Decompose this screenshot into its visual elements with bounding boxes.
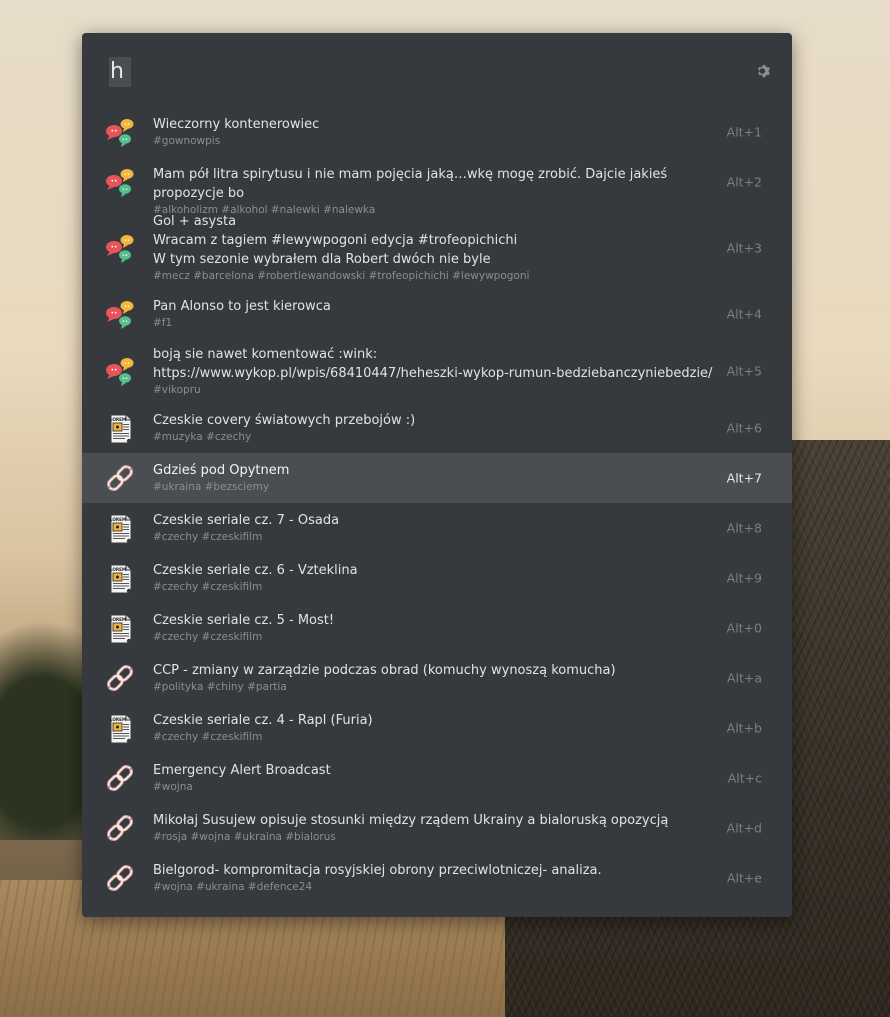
result-title: Mikołaj Susujew opisuje stosunki między …: [153, 813, 669, 828]
document-icon: LOREM: [104, 513, 136, 545]
svg-text:••: ••: [110, 310, 117, 317]
result-title: Czeskie seriale cz. 6 - Vzteklina: [153, 563, 358, 578]
svg-text:••: ••: [122, 137, 128, 143]
result-shortcut: Alt+7: [726, 470, 762, 486]
link-icon: [104, 862, 136, 894]
result-tags: #muzyka #czechy: [153, 431, 252, 443]
result-tags: #mecz #barcelona #robertlewandowski #tro…: [153, 270, 530, 282]
svg-text:••: ••: [110, 367, 117, 374]
chat-bubbles-icon: •• •• ••: [104, 116, 136, 148]
result-shortcut: Alt+3: [726, 240, 762, 256]
search-input[interactable]: [109, 57, 131, 87]
svg-text:••: ••: [122, 376, 128, 382]
svg-text:••: ••: [122, 319, 128, 325]
svg-text:••: ••: [124, 304, 130, 310]
result-tags: #gownowpis: [153, 135, 221, 147]
search-bar: [82, 33, 792, 111]
result-shortcut: Alt+9: [726, 570, 762, 586]
launcher-window: •• •• •• Wieczorny kontenerowiec #gownow…: [82, 33, 792, 917]
result-shortcut: Alt+6: [726, 420, 762, 436]
result-title: Wieczorny kontenerowiec: [153, 117, 320, 132]
result-tags: #rosja #wojna #ukraina #bialorus: [153, 831, 336, 843]
result-item-6[interactable]: LOREM Czeskie covery światowych przebojó…: [82, 403, 792, 453]
result-title: Mam pół litra spirytusu i nie mam pojęci…: [153, 167, 668, 201]
result-shortcut: Alt+2: [726, 174, 762, 190]
link-icon: [104, 662, 136, 694]
result-title: Emergency Alert Broadcast: [153, 763, 331, 778]
result-item-1[interactable]: •• •• •• Wieczorny kontenerowiec #gownow…: [82, 107, 792, 157]
result-item-11[interactable]: CCP - zmiany w zarządzie podczas obrad (…: [82, 653, 792, 703]
result-title: Czeskie seriale cz. 7 - Osada: [153, 513, 340, 528]
result-tags: #wojna #ukraina #defence24: [153, 881, 313, 893]
result-item-10[interactable]: LOREM Czeskie seriale cz. 5 - Most! #cze…: [82, 603, 792, 653]
result-tags: #wojna: [153, 781, 193, 793]
result-item-15[interactable]: Bielgorod- kompromitacja rosyjskiej obro…: [82, 853, 792, 903]
result-item-4[interactable]: •• •• •• Pan Alonso to jest kierowca #f1…: [82, 289, 792, 339]
result-item-5[interactable]: •• •• •• boją sie nawet komentować :wink…: [82, 339, 792, 403]
result-shortcut: Alt+0: [726, 620, 762, 636]
svg-text:••: ••: [124, 238, 130, 244]
svg-text:••: ••: [124, 172, 130, 178]
result-shortcut: Alt+e: [726, 870, 762, 886]
result-item-12[interactable]: LOREM Czeskie seriale cz. 4 - Rapl (Furi…: [82, 703, 792, 753]
result-title: Czeskie seriale cz. 5 - Most!: [153, 613, 335, 628]
svg-text:••: ••: [122, 187, 128, 193]
result-tags: #polityka #chiny #partia: [153, 681, 287, 693]
chat-bubbles-icon: •• •• ••: [104, 166, 136, 198]
result-shortcut: Alt+1: [726, 124, 762, 140]
result-title: Pan Alonso to jest kierowca: [153, 299, 331, 314]
svg-text:LOREM: LOREM: [110, 567, 126, 572]
document-icon: LOREM: [104, 563, 136, 595]
result-item-14[interactable]: Mikołaj Susujew opisuje stosunki między …: [82, 803, 792, 853]
result-title: Gol + asysta Wracam z tagiem #lewywpogon…: [153, 214, 518, 267]
document-icon: LOREM: [104, 413, 136, 445]
result-item-3[interactable]: •• •• •• Gol + asysta Wracam z tagiem #l…: [82, 207, 792, 289]
chat-bubbles-icon: •• •• ••: [104, 298, 136, 330]
link-icon: [104, 462, 136, 494]
results-list: •• •• •• Wieczorny kontenerowiec #gownow…: [82, 107, 792, 903]
svg-text:••: ••: [110, 244, 117, 251]
chat-bubbles-icon: •• •• ••: [104, 232, 136, 264]
result-item-2[interactable]: •• •• •• Mam pół litra spirytusu i nie m…: [82, 157, 792, 216]
result-title: Czeskie seriale cz. 4 - Rapl (Furia): [153, 713, 373, 728]
gear-icon[interactable]: [756, 63, 772, 79]
result-title: Bielgorod- kompromitacja rosyjskiej obro…: [153, 863, 602, 878]
result-shortcut: Alt+d: [726, 820, 762, 836]
result-tags: #czechy #czeskifilm: [153, 531, 263, 543]
link-icon: [104, 812, 136, 844]
result-shortcut: Alt+8: [726, 520, 762, 536]
result-shortcut: Alt+b: [726, 720, 762, 736]
result-tags: #czechy #czeskifilm: [153, 581, 263, 593]
result-shortcut: Alt+c: [727, 770, 762, 786]
svg-text:••: ••: [124, 122, 130, 128]
svg-text:LOREM: LOREM: [110, 517, 126, 522]
svg-text:••: ••: [110, 178, 117, 185]
svg-text:••: ••: [122, 253, 128, 259]
result-item-8[interactable]: LOREM Czeskie seriale cz. 7 - Osada #cze…: [82, 503, 792, 553]
result-item-9[interactable]: LOREM Czeskie seriale cz. 6 - Vzteklina …: [82, 553, 792, 603]
result-tags: #czechy #czeskifilm: [153, 731, 263, 743]
result-item-7[interactable]: Gdzieś pod Opytnem #ukraina #bezsciemy A…: [82, 453, 792, 503]
document-icon: LOREM: [104, 613, 136, 645]
svg-text:••: ••: [124, 361, 130, 367]
result-shortcut: Alt+a: [726, 670, 762, 686]
result-title: Gdzieś pod Opytnem: [153, 463, 290, 478]
result-title: boją sie nawet komentować :wink: https:/…: [153, 347, 713, 381]
result-tags: #vikopru: [153, 384, 201, 396]
svg-text:LOREM: LOREM: [110, 717, 126, 722]
result-item-13[interactable]: Emergency Alert Broadcast #wojna Alt+c: [82, 753, 792, 803]
svg-text:LOREM: LOREM: [110, 617, 126, 622]
result-tags: #ukraina #bezsciemy: [153, 481, 270, 493]
result-tags: #f1: [153, 317, 173, 329]
chat-bubbles-icon: •• •• ••: [104, 355, 136, 387]
result-tags: #czechy #czeskifilm: [153, 631, 263, 643]
document-icon: LOREM: [104, 713, 136, 745]
result-shortcut: Alt+5: [726, 363, 762, 379]
svg-text:••: ••: [110, 128, 117, 135]
result-title: Czeskie covery światowych przebojów :): [153, 413, 416, 428]
svg-text:LOREM: LOREM: [110, 417, 126, 422]
result-title: CCP - zmiany w zarządzie podczas obrad (…: [153, 663, 616, 678]
result-shortcut: Alt+4: [726, 306, 762, 322]
link-icon: [104, 762, 136, 794]
